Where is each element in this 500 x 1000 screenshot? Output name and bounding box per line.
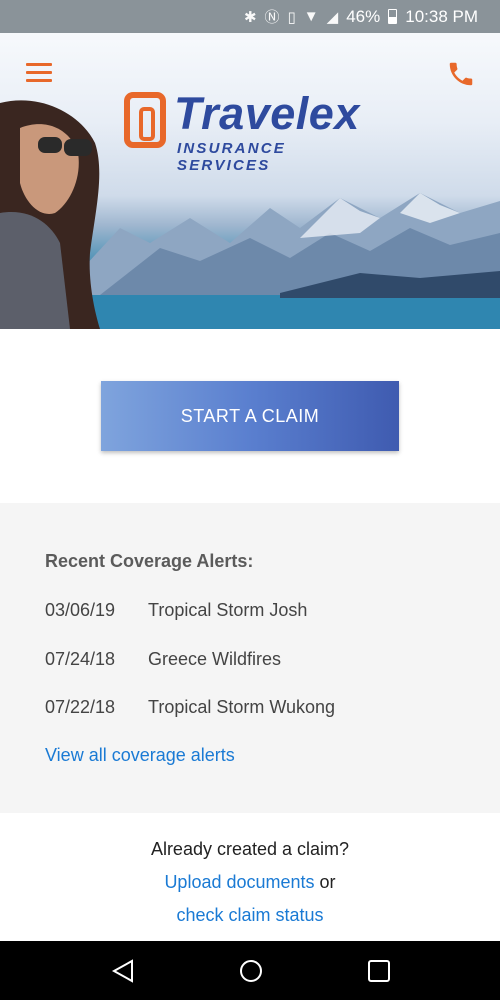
travelex-logo: Travelex INSURANCE SERVICES <box>124 88 384 174</box>
cta-section: START A CLAIM <box>0 329 500 503</box>
alert-item: 03/06/19 Tropical Storm Josh <box>45 600 307 621</box>
recents-button[interactable] <box>366 958 392 984</box>
logo-name: Travelex <box>174 88 360 139</box>
clock: 10:38 PM <box>405 6 478 26</box>
alert-name: Greece Wildfires <box>148 649 282 669</box>
or-text: or <box>319 872 336 892</box>
battery-percent: 46% <box>346 6 381 26</box>
alert-item: 07/22/18 Tropical Storm Wukong <box>45 697 335 718</box>
alert-item: 07/24/18 Greece Wildfires <box>45 649 281 670</box>
view-all-alerts-link[interactable]: View all coverage alerts <box>45 745 235 766</box>
hero-banner: Travelex INSURANCE SERVICES <box>0 33 500 329</box>
check-claim-status-link[interactable]: check claim status <box>176 905 323 925</box>
alert-date: 07/24/18 <box>45 649 116 669</box>
phone-icon <box>449 62 473 86</box>
signal-icon: ◢ <box>326 8 339 26</box>
battery-icon <box>388 9 398 24</box>
upload-line: Upload documents or <box>0 872 500 893</box>
status-line: check claim status <box>0 905 500 926</box>
already-created-text: Already created a claim? <box>150 839 350 859</box>
claim-footer: Already created a claim? Upload document… <box>0 813 500 941</box>
home-icon <box>240 960 262 982</box>
upload-documents-link[interactable]: Upload documents <box>164 872 314 892</box>
system-nav-bar <box>0 941 500 1000</box>
nfc-icon: Ⓝ <box>264 9 280 26</box>
bluetooth-icon: ✱ <box>243 8 257 26</box>
alert-date: 03/06/19 <box>45 600 116 620</box>
alert-name: Tropical Storm Josh <box>148 600 308 620</box>
alert-name: Tropical Storm Wukong <box>148 697 336 717</box>
back-icon <box>111 959 133 983</box>
start-claim-button[interactable]: START A CLAIM <box>101 381 399 451</box>
menu-button[interactable] <box>26 63 52 83</box>
vibrate-icon: ▯ <box>287 8 296 26</box>
phone-button[interactable] <box>446 59 476 89</box>
logo-mark-icon <box>124 92 166 148</box>
recents-icon <box>368 960 390 982</box>
alert-date: 07/22/18 <box>45 697 116 717</box>
coverage-alerts-section: Recent Coverage Alerts: 03/06/19 Tropica… <box>0 503 500 813</box>
wifi-icon: ▼ <box>303 8 319 25</box>
back-button[interactable] <box>110 958 136 984</box>
hero-image <box>0 100 500 329</box>
home-button[interactable] <box>238 958 264 984</box>
status-bar: ✱ Ⓝ ▯ ▼ ◢ 46% 10:38 PM <box>0 0 500 33</box>
logo-tagline: INSURANCE SERVICES <box>177 140 286 174</box>
alerts-title: Recent Coverage Alerts: <box>45 551 254 571</box>
